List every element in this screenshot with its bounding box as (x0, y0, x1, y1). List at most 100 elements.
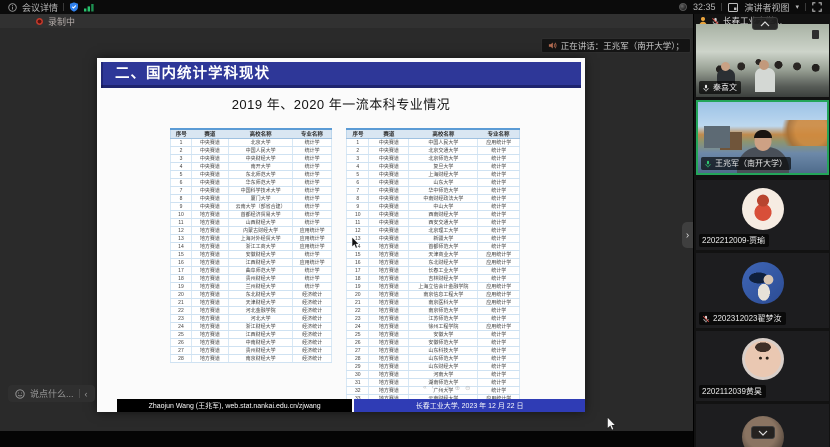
table-row: 22地方赛道南京师范大学统计学 (347, 307, 520, 315)
table-row: 4中央赛道复旦大学统计学 (347, 163, 520, 171)
table-row: 12地方赛道内蒙古财经大学应用统计学 (171, 227, 332, 235)
table-cell: 统计学 (478, 203, 520, 211)
table-row: 18地方赛道吉林财经大学统计学 (347, 275, 520, 283)
table-cell: 中央赛道 (191, 179, 228, 187)
table-cell: 统计学 (478, 179, 520, 187)
table-cell: 14 (171, 243, 192, 251)
slide-mouse-cursor (351, 237, 360, 249)
table-cell: 东北财经大学 (409, 259, 478, 267)
table-cell: 统计学 (478, 147, 520, 155)
table-cell: 13 (171, 235, 192, 243)
table-cell: 28 (171, 355, 192, 363)
table-row: 26地方赛道安徽师范大学统计学 (347, 339, 520, 347)
table-row: 21地方赛道南京医科大学应用统计学 (347, 299, 520, 307)
participant-name-badge: 2202312023翟梦汝 (699, 312, 786, 325)
table-cell: 地方赛道 (369, 267, 409, 275)
table-cell: 统计学 (478, 211, 520, 219)
table-cell: 统计学 (478, 267, 520, 275)
table-cell: 16 (171, 259, 192, 267)
table-row: 25地方赛道安徽大学统计学 (347, 331, 520, 339)
chat-input-placeholder[interactable]: 说点什么... (30, 387, 74, 400)
sidebar-collapse-button[interactable] (752, 17, 778, 30)
table-cell: 地方赛道 (369, 387, 409, 395)
ceiling-speaker (812, 30, 819, 39)
scroll-down-button[interactable] (751, 426, 775, 439)
table-cell: 统计学 (478, 307, 520, 315)
meeting-timer: 32:35 (693, 2, 716, 12)
table-cell: 经济统计 (293, 355, 332, 363)
building (704, 126, 730, 148)
table-cell: 贵州财经大学 (228, 275, 292, 283)
table-cell: 32 (347, 387, 369, 395)
table-cell: 地方赛道 (369, 299, 409, 307)
slide-subtitle: 2019 年、2020 年一流本科专业情况 (97, 94, 585, 113)
chat-quick-bar[interactable]: 说点什么... ‹ (8, 385, 95, 402)
table-row: 12中央赛道北京理工大学统计学 (347, 227, 520, 235)
network-signal-icon[interactable] (84, 3, 95, 12)
table-cell: 27 (347, 347, 369, 355)
table-row: 13中央赛道新疆大学统计学 (347, 235, 520, 243)
table-cell: 应用统计学 (293, 243, 332, 251)
table-row: 6中央赛道华东师范大学统计学 (171, 179, 332, 187)
table-row: 24地方赛道浙江财经大学经济统计 (171, 323, 332, 331)
slide-nav-icon[interactable]: › (439, 384, 441, 392)
table-cell: 8 (171, 195, 192, 203)
table-cell: 15 (171, 251, 192, 259)
table-row: 23地方赛道河北大学经济统计 (171, 315, 332, 323)
chat-collapse-button[interactable]: ‹ (85, 389, 88, 399)
table-cell: 经济统计 (293, 323, 332, 331)
participants-sidebar: 长春工业大学… 秦喜文 (693, 14, 830, 447)
table-cell: 统计学 (478, 355, 520, 363)
table-cell: 28 (347, 355, 369, 363)
table-cell: 经济统计 (293, 331, 332, 339)
bottom-strip (0, 431, 693, 447)
table-row: 8中央赛道中南财经政法大学统计学 (347, 195, 520, 203)
meeting-window: 会议详情 32:35 演讲者视图 ▾ 录制中 正在讲话：王兆军（南开大学）； (0, 0, 830, 447)
table-cell: 地方赛道 (191, 235, 228, 243)
fullscreen-icon[interactable] (812, 2, 822, 12)
table-cell: 中央赛道 (369, 227, 409, 235)
table-cell: 30 (347, 371, 369, 379)
sidebar-expand-tab[interactable]: › (682, 222, 693, 248)
meeting-details-button[interactable]: 会议详情 (22, 1, 58, 14)
participant-name: 王兆军（南开大学） (715, 158, 787, 169)
table-cell: 中央赛道 (191, 155, 228, 163)
table-cell: 中央赛道 (191, 171, 228, 179)
slide-nav-icon[interactable]: » (446, 384, 450, 392)
table-cell: 统计学 (478, 315, 520, 323)
table-cell: 1 (171, 139, 192, 147)
table-row: 9中央赛道云南大学（部省合建）统计学 (171, 203, 332, 211)
table-cell: 统计学 (478, 347, 520, 355)
view-mode-selector[interactable]: 演讲者视图 (744, 1, 789, 14)
duration-icon (679, 3, 687, 11)
table-cell: 11 (347, 219, 369, 227)
pdf-viewer-toolbar[interactable]: « ‹ › » ⊕ ⊖ (423, 384, 471, 392)
table-cell: 统计学 (293, 179, 332, 187)
video-tile-huanghao[interactable]: 2202112039黄昊 (696, 331, 829, 401)
universities-table-2019: 序号赛道高校名称专业名称1中央赛道北京大学统计学2中央赛道中国人民大学统计学3中… (170, 128, 332, 363)
video-tile-partial[interactable] (696, 404, 829, 447)
video-tile-zhaimengru[interactable]: 2202312023翟梦汝 (696, 253, 829, 328)
speaker-icon (548, 41, 557, 50)
table-cell: 统计学 (293, 155, 332, 163)
security-shield-icon[interactable] (69, 2, 79, 12)
emoji-icon[interactable] (15, 389, 25, 399)
table-row: 17地方赛道曲阜师范大学统计学 (171, 267, 332, 275)
table-cell: 上海立信会计金融学院 (409, 283, 478, 291)
video-tile-wangzhaojun[interactable]: 王兆军（南开大学） (696, 100, 829, 175)
table-cell: 22 (347, 307, 369, 315)
table-cell: 6 (171, 179, 192, 187)
video-tile-jiayu[interactable]: 2202212009-贾瑜 (696, 180, 829, 250)
table-row: 13地方赛道上海对外经贸大学应用统计学 (171, 235, 332, 243)
slide-nav-icon[interactable]: « (423, 384, 427, 392)
table-cell: 中央财经大学 (228, 155, 292, 163)
slide-nav-icon[interactable]: ⊖ (465, 384, 470, 392)
table-cell: 统计学 (478, 195, 520, 203)
table-cell: 地方赛道 (369, 291, 409, 299)
slide-title: 二、国内统计学科现状 (101, 62, 581, 88)
slide-nav-icon[interactable]: ⊕ (455, 384, 460, 392)
slide-nav-icon[interactable]: ‹ (432, 384, 434, 392)
speaking-banner: 正在讲话：王兆军（南开大学）； (541, 38, 691, 53)
table-cell: 上海对外经贸大学 (228, 235, 292, 243)
video-tile-qinxiwen[interactable]: 秦喜文 (696, 24, 829, 97)
